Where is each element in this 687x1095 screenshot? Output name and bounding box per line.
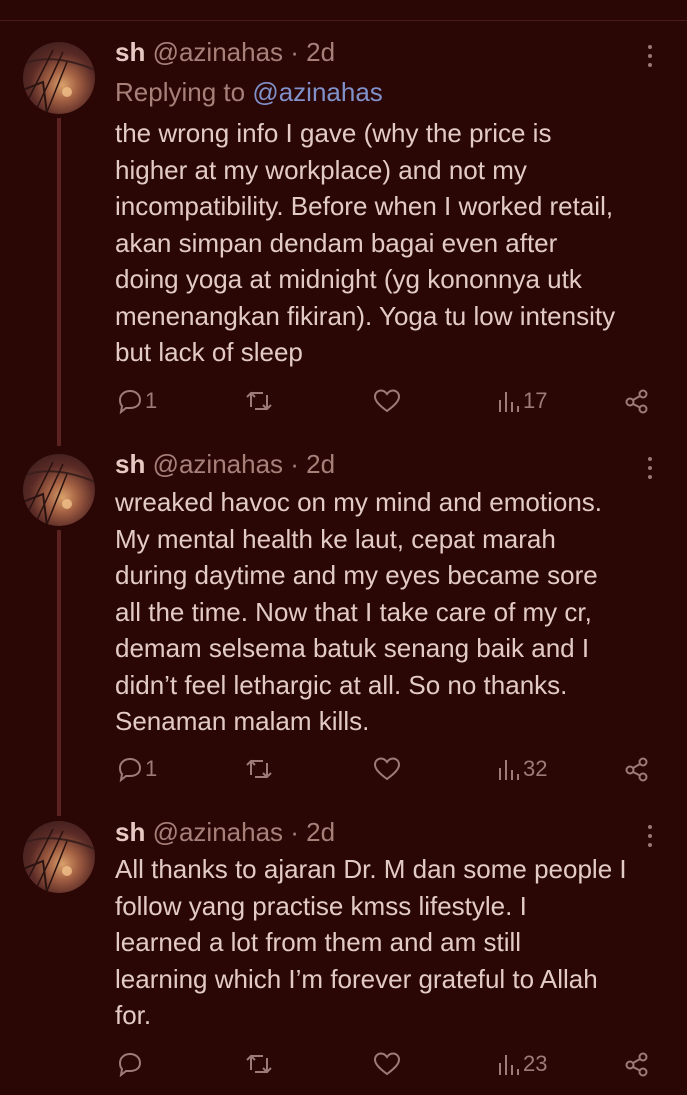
tweet-line: wreaked havoc on my mind and emotions. [115, 487, 603, 517]
reply-button[interactable] [117, 1049, 145, 1079]
handle-and-time[interactable]: @azinahas · 2d [153, 817, 336, 847]
replying-label: Replying to [115, 77, 253, 107]
tweet-line: all the time. Now that I take care of my… [115, 596, 592, 627]
handle-and-time[interactable]: @azinahas · 2d [153, 449, 336, 479]
tweet-line: My mental health ke laut, cepat marah [115, 523, 556, 554]
action-bar: 23 [0, 1049, 687, 1079]
tweet-line: during daytime and my eyes became sore [115, 560, 598, 590]
like-button[interactable] [373, 754, 401, 784]
action-bar: 1 17 [0, 386, 687, 416]
tweet-line: follow yang practise kmss lifestyle. I [115, 890, 527, 921]
tweet-line: All thanks to ajaran Dr. M dan some peop… [115, 854, 627, 884]
handle-and-time[interactable]: @azinahas · 2d [153, 37, 336, 67]
share-icon [625, 757, 648, 782]
tweet-line: but lack of sleep [115, 337, 303, 367]
retweet-button[interactable] [245, 754, 273, 784]
reply-button[interactable]: 1 [117, 754, 157, 784]
like-button[interactable] [373, 1049, 401, 1079]
bar-chart-icon [499, 392, 519, 412]
views-count: 32 [523, 756, 548, 781]
tweet-line: doing yoga at midnight (yg kononnya utk [115, 264, 582, 294]
tweet-line: incompatibility. Before when I worked re… [115, 191, 614, 221]
retweet-icon [246, 391, 272, 411]
views-button[interactable]: 23 [497, 1049, 547, 1079]
heart-icon [373, 1052, 401, 1076]
speech-bubble-icon [118, 389, 142, 414]
views-count: 17 [523, 388, 548, 413]
speech-bubble-icon [118, 757, 142, 782]
tweet-line: for. [115, 1000, 152, 1030]
tweet-line: learned a lot from them and am still [115, 927, 522, 957]
tweet-line: the wrong info I gave (why the price is [115, 118, 552, 148]
avatar[interactable] [23, 42, 95, 114]
views-button[interactable]: 32 [497, 754, 547, 784]
reply-count: 1 [145, 756, 158, 781]
tweet-line: akan simpan dendam bagai even after [115, 227, 558, 258]
like-button[interactable] [373, 386, 401, 416]
retweet-button[interactable] [245, 386, 273, 416]
bar-chart-icon [499, 1055, 519, 1075]
avatar[interactable] [23, 454, 95, 526]
retweet-button[interactable] [245, 1049, 273, 1079]
action-bar: 1 32 [0, 754, 687, 784]
tweet-text: All thanks to ajaran Dr. M dan some peop… [115, 851, 680, 1034]
tweet-header: sh @azinahas · 2d [115, 36, 335, 68]
bar-chart-icon [499, 760, 519, 780]
more-vertical-icon[interactable] [640, 822, 660, 852]
tweet[interactable]: sh @azinahas · 2d wreaked havoc on my mi… [0, 440, 687, 815]
share-button[interactable] [624, 1049, 650, 1079]
tweet[interactable]: sh @azinahas · 2d Replying to @azinahas … [0, 0, 687, 440]
tweet-text: wreaked havoc on my mind and emotions. M… [115, 484, 680, 740]
retweet-icon [246, 759, 272, 779]
tweet-line: higher at my workplace) and not my [115, 154, 527, 185]
views-count: 23 [523, 1051, 548, 1076]
tweet-header: sh @azinahas · 2d [115, 816, 335, 848]
tweet-line: didn’t feel lethargic at all. So no than… [115, 669, 568, 700]
tweet-line: demam selsema batuk senang baik and I [115, 633, 590, 663]
more-vertical-icon[interactable] [640, 42, 660, 72]
reply-button[interactable]: 1 [117, 386, 157, 416]
avatar[interactable] [23, 821, 95, 893]
display-name[interactable]: sh [115, 449, 145, 479]
mention-link[interactable]: @azinahas [252, 77, 382, 107]
display-name[interactable]: sh [115, 817, 145, 847]
retweet-icon [246, 1054, 272, 1074]
display-name[interactable]: sh [115, 37, 145, 67]
tweet-line: Senaman malam kills. [115, 706, 370, 736]
reply-count: 1 [145, 388, 158, 413]
tweet[interactable]: sh @azinahas · 2d All thanks to ajaran D… [0, 807, 687, 1095]
more-vertical-icon[interactable] [640, 454, 660, 484]
heart-icon [373, 389, 401, 413]
thread-view: sh @azinahas · 2d Replying to @azinahas … [0, 0, 687, 1095]
tweet-line: learning which I’m forever grateful to A… [115, 963, 598, 994]
share-button[interactable] [624, 754, 650, 784]
share-icon [625, 389, 648, 414]
tweet-header: sh @azinahas · 2d [115, 448, 335, 480]
tweet-line: menenangkan fikiran). Yoga tu low intens… [115, 300, 616, 331]
replying-to: Replying to @azinahas [115, 76, 383, 108]
views-button[interactable]: 17 [497, 386, 547, 416]
share-button[interactable] [624, 386, 650, 416]
heart-icon [373, 757, 401, 781]
speech-bubble-icon [118, 1052, 142, 1077]
share-icon [625, 1052, 648, 1077]
tweet-text: the wrong info I gave (why the price is … [115, 115, 680, 371]
